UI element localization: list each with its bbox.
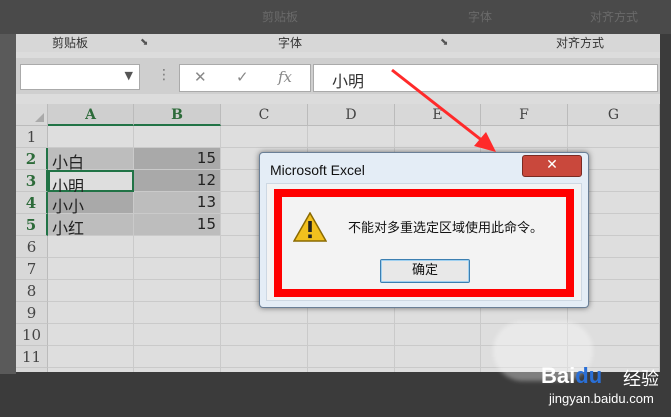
row-header[interactable]: 10 bbox=[16, 324, 48, 346]
grid-cell[interactable] bbox=[395, 368, 481, 372]
select-all-corner[interactable] bbox=[16, 104, 48, 126]
row-header[interactable]: 11 bbox=[16, 346, 48, 368]
grid-cell[interactable] bbox=[48, 302, 134, 324]
grid-cell[interactable] bbox=[48, 126, 134, 148]
grid-cell[interactable] bbox=[48, 368, 134, 372]
grid-cell[interactable] bbox=[134, 324, 221, 346]
chevron-down-icon[interactable]: ▼ bbox=[125, 69, 133, 82]
warning-icon bbox=[293, 212, 327, 242]
close-button[interactable]: ✕ bbox=[522, 155, 582, 177]
cell-text: 13 bbox=[196, 193, 216, 211]
grid-cell[interactable] bbox=[134, 258, 221, 280]
grid-cell[interactable] bbox=[395, 126, 481, 148]
grid-cell[interactable] bbox=[134, 280, 221, 302]
ribbon-group-labels: 剪贴板 ⬊ 字体 ⬊ 对齐方式 bbox=[16, 34, 660, 52]
insert-function-icon[interactable]: fx bbox=[278, 68, 292, 86]
grid-cell[interactable] bbox=[134, 236, 221, 258]
enter-icon[interactable]: ✓ bbox=[236, 68, 249, 86]
left-edge-strip bbox=[0, 34, 16, 374]
column-header-c[interactable]: C bbox=[221, 104, 308, 126]
grid-cell[interactable] bbox=[134, 126, 221, 148]
watermark-url: jingyan.baidu.com bbox=[549, 391, 654, 406]
grid-cell[interactable] bbox=[134, 368, 221, 372]
ghost-label: 字体 bbox=[468, 10, 493, 24]
row-header[interactable]: 12 bbox=[16, 368, 48, 372]
cell-b3[interactable]: 12 bbox=[134, 170, 221, 192]
column-header-g[interactable]: G bbox=[568, 104, 660, 126]
row-header[interactable]: 4 bbox=[16, 192, 48, 214]
column-header-b[interactable]: B bbox=[134, 104, 221, 126]
grid-cell[interactable] bbox=[221, 368, 308, 372]
ribbon-group-clipboard[interactable]: 剪贴板 bbox=[52, 34, 88, 51]
grid-cell[interactable] bbox=[308, 368, 395, 372]
cell-a3-active[interactable]: 小明 bbox=[48, 170, 134, 196]
grid-cell[interactable] bbox=[221, 346, 308, 368]
row-header[interactable]: 8 bbox=[16, 280, 48, 302]
cell-b5[interactable]: 15 bbox=[134, 214, 221, 236]
formula-bar: ▼ ⋮ ✕ ✓ fx 小明 bbox=[16, 58, 660, 94]
ribbon-group-alignment[interactable]: 对齐方式 bbox=[556, 34, 604, 51]
baidu-watermark: Baidu 经验 jingyan.baidu.com bbox=[493, 321, 663, 411]
row-header[interactable]: 3 bbox=[16, 170, 48, 192]
watermark-zh: 经验 bbox=[623, 369, 659, 390]
column-header-d[interactable]: D bbox=[308, 104, 395, 126]
grid-cell[interactable] bbox=[395, 324, 481, 346]
ok-button[interactable]: 确定 bbox=[380, 259, 470, 283]
grid-cell[interactable] bbox=[48, 236, 134, 258]
ghost-label: 对齐方式 bbox=[590, 10, 639, 24]
cell-text: 12 bbox=[196, 171, 216, 189]
grid-cell[interactable] bbox=[221, 126, 308, 148]
cell-a4[interactable]: 小小 bbox=[48, 192, 134, 216]
column-header-e[interactable]: E bbox=[395, 104, 481, 126]
cell-b2[interactable]: 15 bbox=[134, 148, 221, 170]
grid-cell[interactable] bbox=[308, 126, 395, 148]
grid-cell[interactable] bbox=[48, 258, 134, 280]
grid-cell[interactable] bbox=[134, 346, 221, 368]
cancel-icon[interactable]: ✕ bbox=[194, 68, 207, 86]
grid-cell[interactable] bbox=[48, 346, 134, 368]
row-header[interactable]: 6 bbox=[16, 236, 48, 258]
row-header[interactable]: 2 bbox=[16, 148, 48, 170]
ghost-label: 剪贴板 bbox=[262, 10, 299, 24]
grid-cell[interactable] bbox=[48, 324, 134, 346]
cell-b4[interactable]: 13 bbox=[134, 192, 221, 214]
dialog-launcher-icon[interactable]: ⬊ bbox=[140, 37, 148, 48]
grid-cell[interactable] bbox=[48, 280, 134, 302]
column-header-f[interactable]: F bbox=[481, 104, 568, 126]
dialog-message: 不能对多重选定区域使用此命令。 bbox=[348, 221, 544, 236]
ribbon-group-font[interactable]: 字体 bbox=[278, 34, 302, 51]
column-header-a[interactable]: A bbox=[48, 104, 134, 126]
dialog-launcher-icon[interactable]: ⬊ bbox=[440, 37, 448, 48]
grid-cell[interactable] bbox=[308, 346, 395, 368]
grid-cell[interactable] bbox=[134, 302, 221, 324]
grid-cell[interactable] bbox=[481, 126, 568, 148]
formula-input[interactable]: 小明 bbox=[313, 64, 658, 92]
cell-a2[interactable]: 小白 bbox=[48, 148, 134, 172]
watermark-logo: Baidu bbox=[541, 363, 603, 388]
grid-cell[interactable] bbox=[308, 324, 395, 346]
dialog-title: Microsoft Excel bbox=[270, 162, 365, 178]
formula-buttons: ✕ ✓ fx bbox=[179, 64, 311, 92]
row-header[interactable]: 9 bbox=[16, 302, 48, 324]
background-ribbon-ghost: 剪贴板 字体 对齐方式 bbox=[0, 0, 671, 34]
formula-content: 小明 bbox=[332, 72, 365, 91]
formula-bar-grip-icon: ⋮ bbox=[157, 67, 171, 83]
name-box[interactable]: ▼ bbox=[20, 64, 140, 90]
grid-cell[interactable] bbox=[395, 346, 481, 368]
grid-cell[interactable] bbox=[221, 324, 308, 346]
row-header[interactable]: 5 bbox=[16, 214, 48, 236]
cell-a5[interactable]: 小红 bbox=[48, 214, 134, 238]
cell-text: 15 bbox=[196, 215, 216, 233]
row-header[interactable]: 1 bbox=[16, 126, 48, 148]
cell-text: 15 bbox=[196, 149, 216, 167]
grid-cell[interactable] bbox=[568, 126, 660, 148]
row-header[interactable]: 7 bbox=[16, 258, 48, 280]
cell-text: 小红 bbox=[52, 219, 85, 238]
